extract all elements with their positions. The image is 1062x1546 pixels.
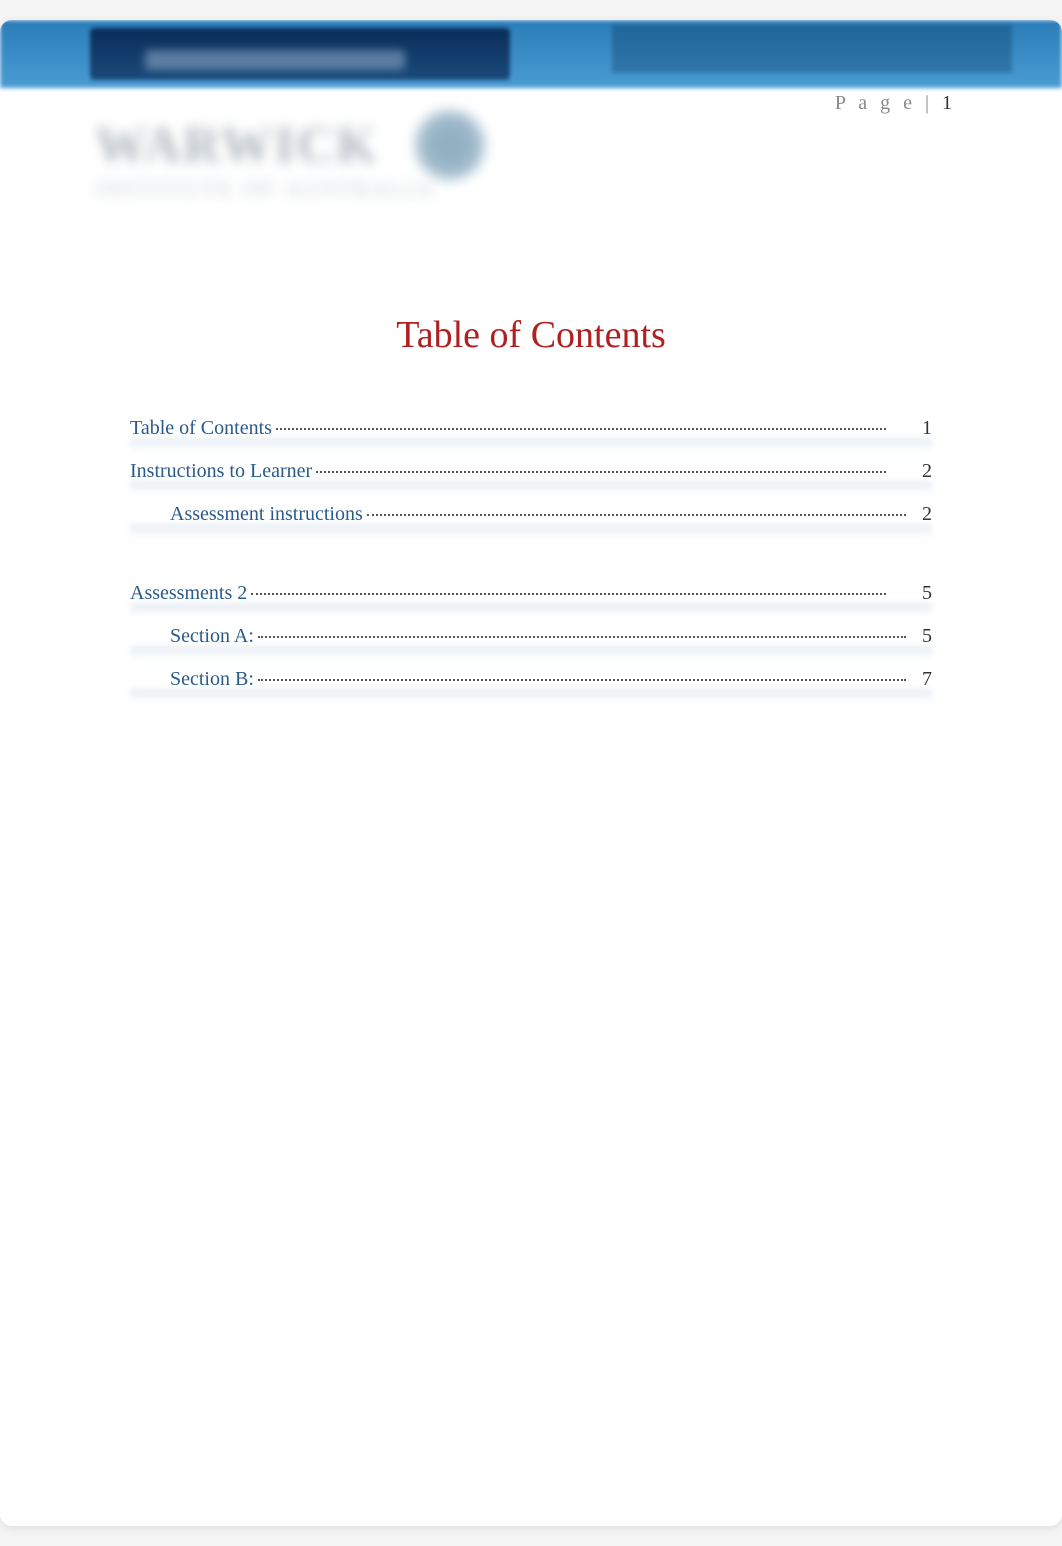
toc-leader-dots bbox=[251, 593, 886, 595]
toc-leader-dots bbox=[367, 514, 906, 516]
page-number-label: P a g e | bbox=[835, 92, 933, 114]
logo-icon bbox=[415, 110, 485, 180]
toc-leader-dots bbox=[258, 636, 906, 638]
document-page: P a g e | 1 WARWICK INSTITUTE OF AUSTRAL… bbox=[0, 20, 1062, 1526]
toc-entry-page: 2 bbox=[892, 460, 932, 483]
header-banner bbox=[0, 20, 1062, 88]
toc-gap bbox=[130, 546, 932, 582]
toc-entry-page: 2 bbox=[912, 503, 932, 526]
toc-entry-label: Assessments 2 bbox=[130, 582, 247, 605]
toc-entry[interactable]: Section A: 5 bbox=[130, 625, 932, 654]
toc-entry-label: Instructions to Learner bbox=[130, 460, 312, 483]
toc-entry-label: Section A: bbox=[170, 625, 254, 648]
header-banner-right-section bbox=[612, 25, 1012, 73]
header-blurred-text bbox=[145, 50, 405, 70]
institution-logo: WARWICK INSTITUTE OF AUSTRALIA bbox=[95, 120, 495, 230]
toc-entry[interactable]: Section B: 7 bbox=[130, 668, 932, 697]
toc-entry-page: 5 bbox=[912, 625, 932, 648]
toc-entry[interactable]: Assessment instructions 2 bbox=[130, 503, 932, 532]
toc-entry-page: 7 bbox=[912, 668, 932, 691]
toc-entry-page: 5 bbox=[892, 582, 932, 605]
page-title: Table of Contents bbox=[0, 313, 1062, 357]
toc-leader-dots bbox=[316, 471, 886, 473]
table-of-contents: Table of Contents 1 Instructions to Learne… bbox=[130, 417, 932, 697]
toc-entry-label: Table of Contents bbox=[130, 417, 272, 440]
toc-entry-page: 1 bbox=[892, 417, 932, 440]
toc-leader-dots bbox=[258, 679, 906, 681]
toc-entry-label: Section B: bbox=[170, 668, 254, 691]
toc-entry[interactable]: Table of Contents 1 bbox=[130, 417, 932, 446]
page-number: P a g e | 1 bbox=[835, 92, 952, 115]
toc-leader-dots bbox=[276, 428, 886, 430]
logo-sub-text: INSTITUTE OF AUSTRALIA bbox=[95, 176, 495, 202]
toc-entry-label: Assessment instructions bbox=[170, 503, 363, 526]
toc-entry[interactable]: Assessments 2 5 bbox=[130, 582, 932, 611]
page-number-value: 1 bbox=[942, 92, 952, 114]
toc-entry[interactable]: Instructions to Learner 2 bbox=[130, 460, 932, 489]
